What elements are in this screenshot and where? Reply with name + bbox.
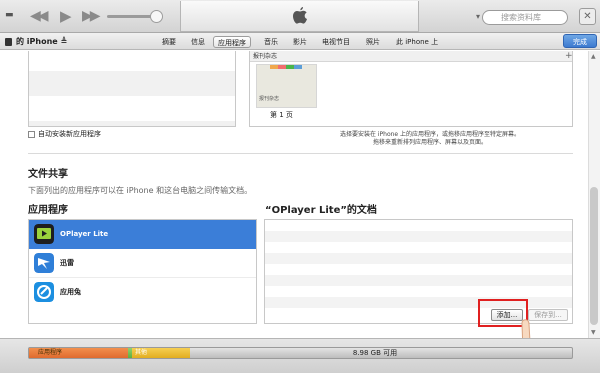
section-divider (28, 153, 573, 154)
capacity-free-label: 8.98 GB 可用 (352, 349, 398, 357)
auto-install-label: 自动安装新应用程序 (38, 130, 101, 138)
capacity-apps-label: 应用程序 (38, 349, 63, 356)
app-menu-icon[interactable]: ▬ (5, 7, 14, 23)
apps-heading: 应用程序 (28, 205, 68, 216)
xunlei-icon (34, 253, 54, 273)
capacity-other-label: 其他 (135, 349, 148, 356)
file-sharing-title: 文件共享 (28, 169, 68, 180)
iphone-icon (5, 38, 12, 46)
tab-summary[interactable]: 摘要 (162, 36, 176, 48)
oplayer-icon (34, 224, 54, 244)
list-stripe (29, 96, 235, 121)
close-icon[interactable]: ✕ (579, 8, 596, 25)
add-screen-icon[interactable]: + (565, 51, 573, 61)
documents-heading: “OPlayer Lite”的文档 (265, 205, 377, 216)
search-scope-dropdown-icon[interactable]: ▾ (476, 12, 480, 22)
app-row-xunlei[interactable]: 迅雷 (29, 249, 256, 278)
tab-music[interactable]: 音乐 (264, 36, 278, 48)
page-label: 第 1 页 (270, 111, 293, 119)
next-track-button[interactable]: ▶▶ (82, 8, 100, 24)
tab-on-this-iphone[interactable]: 此 iPhone 上 (396, 36, 438, 48)
apple-logo-icon (293, 7, 307, 24)
screen-instructions-line: 选择要安装在 iPhone 上的应用程序，或拖移应用程序至特定屏幕。 (339, 131, 521, 138)
tab-apps[interactable]: 应用程序 (213, 36, 251, 48)
done-button[interactable]: 完成 (563, 34, 597, 48)
list-stripe (29, 51, 235, 71)
newsstand-label: 报刊杂志 (253, 53, 278, 60)
screen-instructions-line: 拖移来重新排列应用程序、屏幕以及页面。 (372, 139, 487, 146)
screen-panel-header (250, 51, 572, 62)
scroll-down-icon[interactable]: ▼ (591, 329, 596, 336)
app-name: OPlayer Lite (60, 230, 109, 238)
tab-tv-shows[interactable]: 电视节目 (322, 36, 350, 48)
tab-photos[interactable]: 照片 (366, 36, 380, 48)
volume-knob[interactable] (150, 10, 163, 23)
tab-info[interactable]: 信息 (191, 36, 205, 48)
app-icons-strip (270, 65, 302, 69)
list-stripe (265, 275, 572, 286)
scroll-up-icon[interactable]: ▲ (591, 53, 596, 60)
screen-instructions: 选择要安装在 iPhone 上的应用程序，或拖移应用程序至特定屏幕。 拖移来重新… (300, 131, 560, 147)
file-sharing-description: 下面列出的应用程序可以在 iPhone 和这台电脑之间传输文档。 (28, 186, 253, 195)
yingyongtu-icon (34, 282, 54, 302)
previous-track-button[interactable]: ◀◀ (30, 8, 48, 24)
auto-install-checkbox[interactable] (28, 131, 35, 138)
device-name[interactable]: 的 iPhone ≜ (16, 34, 67, 49)
app-name: 迅雷 (60, 259, 74, 267)
app-row-yingyongtu[interactable]: 应用兔 (29, 278, 256, 307)
app-row-oplayer-lite[interactable]: OPlayer Lite (29, 220, 256, 249)
app-name: 应用兔 (60, 288, 81, 296)
list-stripe (265, 231, 572, 242)
play-button[interactable]: ▶ (60, 8, 72, 24)
thumbnail-label: 报刊杂志 (259, 96, 280, 102)
tab-movies[interactable]: 影片 (293, 36, 307, 48)
scrollbar-thumb[interactable] (590, 187, 598, 325)
list-stripe (265, 253, 572, 264)
search-input[interactable]: 搜索资料库 (482, 10, 568, 25)
